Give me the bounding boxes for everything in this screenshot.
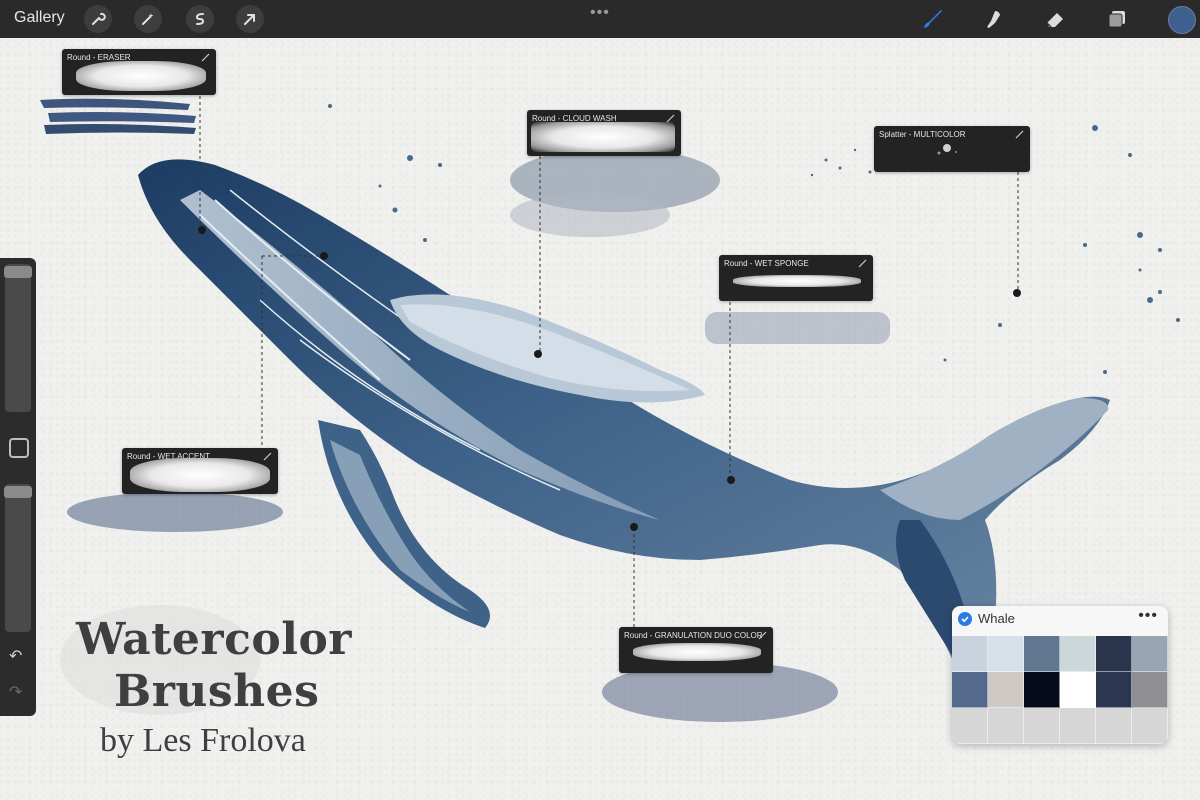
color-swatch[interactable] bbox=[1096, 636, 1132, 672]
color-swatch[interactable] bbox=[952, 672, 988, 708]
brush-card-cloud-wash: Round - CLOUD WASH bbox=[527, 110, 681, 156]
color-swatch[interactable] bbox=[1060, 672, 1096, 708]
title-line-1: Watercolor bbox=[76, 614, 352, 665]
eraser-icon[interactable] bbox=[1040, 5, 1070, 33]
smudge-icon[interactable] bbox=[978, 5, 1008, 33]
pen-icon bbox=[263, 452, 272, 461]
opacity-knob[interactable] bbox=[4, 486, 32, 498]
pen-icon bbox=[201, 53, 210, 62]
color-swatch[interactable] bbox=[988, 672, 1024, 708]
layers-icon[interactable] bbox=[1102, 5, 1132, 33]
brush-icon[interactable] bbox=[918, 5, 948, 33]
brush-stroke-preview bbox=[130, 458, 270, 492]
author-byline: by Les Frolova bbox=[100, 722, 306, 759]
brush-card-label: Round - GRANULATION DUO COLOR bbox=[624, 631, 763, 640]
color-swatch[interactable] bbox=[1024, 636, 1060, 672]
brush-card-granulation: Round - GRANULATION DUO COLOR bbox=[619, 627, 773, 673]
brush-card-label: Splatter - MULTICOLOR bbox=[879, 130, 966, 139]
current-color-button[interactable] bbox=[1168, 6, 1196, 34]
brush-card-label: Round - WET SPONGE bbox=[724, 259, 809, 268]
whale-shape bbox=[138, 159, 1110, 665]
color-swatch[interactable] bbox=[1060, 708, 1096, 744]
checkmark-icon[interactable] bbox=[958, 612, 972, 626]
toolbar: Gallery ••• bbox=[0, 0, 1200, 38]
sidebar: ↶ ↷ bbox=[0, 258, 36, 716]
brush-stroke-preview bbox=[531, 122, 675, 152]
title-line-2: Brushes bbox=[114, 666, 320, 717]
opacity-slider[interactable] bbox=[5, 484, 31, 632]
brush-stroke-preview bbox=[937, 144, 957, 155]
transform-arrow-icon[interactable] bbox=[236, 5, 264, 33]
brush-stroke-preview bbox=[633, 643, 761, 661]
brush-stroke-preview bbox=[76, 61, 206, 91]
more-dots-icon[interactable]: ••• bbox=[590, 4, 610, 22]
brush-stroke-preview bbox=[733, 275, 861, 287]
color-swatch[interactable] bbox=[988, 636, 1024, 672]
color-swatch[interactable] bbox=[1024, 708, 1060, 744]
color-swatch[interactable] bbox=[952, 636, 988, 672]
pen-icon bbox=[858, 259, 867, 268]
brush-size-knob[interactable] bbox=[4, 266, 32, 278]
color-swatch[interactable] bbox=[1132, 708, 1168, 744]
color-swatch[interactable] bbox=[1024, 672, 1060, 708]
color-swatch[interactable] bbox=[1096, 672, 1132, 708]
more-options-icon[interactable]: ••• bbox=[1138, 607, 1158, 625]
brush-size-slider[interactable] bbox=[5, 264, 31, 412]
color-swatch[interactable] bbox=[1132, 672, 1168, 708]
palette-swatches bbox=[952, 636, 1168, 744]
color-swatch[interactable] bbox=[952, 708, 988, 744]
brush-card-splatter: Splatter - MULTICOLOR bbox=[874, 126, 1030, 172]
undo-icon[interactable]: ↶ bbox=[9, 646, 22, 666]
color-swatch[interactable] bbox=[988, 708, 1024, 744]
gallery-button[interactable]: Gallery bbox=[14, 9, 65, 27]
color-swatch[interactable] bbox=[1060, 636, 1096, 672]
selection-s-icon[interactable] bbox=[186, 5, 214, 33]
brush-card-wet-sponge: Round - WET SPONGE bbox=[719, 255, 873, 301]
magic-wand-icon[interactable] bbox=[134, 5, 162, 33]
palette-panel: Whale ••• bbox=[952, 606, 1168, 744]
color-swatch[interactable] bbox=[1132, 636, 1168, 672]
wrench-icon[interactable] bbox=[84, 5, 112, 33]
redo-icon[interactable]: ↷ bbox=[9, 682, 22, 702]
modify-button[interactable] bbox=[9, 438, 29, 458]
brush-card-wet-accent: Round - WET ACCENT bbox=[122, 448, 278, 494]
color-swatch[interactable] bbox=[1096, 708, 1132, 744]
palette-name: Whale bbox=[978, 611, 1015, 626]
brush-card-eraser: Round - ERASER bbox=[62, 49, 216, 95]
pen-icon bbox=[758, 631, 767, 640]
pen-icon bbox=[1015, 130, 1024, 139]
